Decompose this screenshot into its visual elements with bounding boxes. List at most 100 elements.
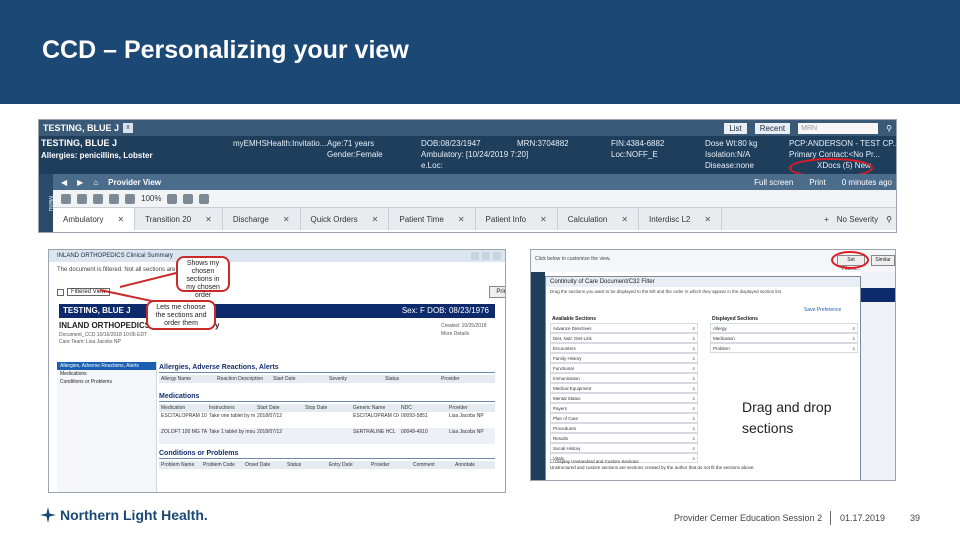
banner-cell: Dose Wt:80 kg (705, 139, 758, 148)
checkbox-icon[interactable] (57, 288, 64, 296)
close-icon[interactable]: ✕ (458, 215, 465, 224)
home-icon[interactable]: ⌂ (93, 178, 98, 187)
drag-handle-icon[interactable]: ≡ (852, 326, 855, 331)
footer-divider (830, 511, 831, 525)
list-item[interactable]: Encounters ≡ (550, 343, 698, 353)
drag-handle-icon[interactable]: ≡ (692, 386, 695, 391)
print-button[interactable]: Print... (489, 286, 505, 298)
drag-handle-icon[interactable]: ≡ (692, 346, 695, 351)
tab-discharge[interactable]: Discharge ✕ (223, 208, 301, 230)
list-item[interactable]: Problem ≡ (710, 343, 858, 353)
list-button[interactable]: List (724, 122, 747, 134)
slide-header: CCD – Personalizing your view (0, 0, 960, 104)
mrn-search-input[interactable]: MRN (798, 122, 879, 134)
banner-cell[interactable]: myEMHSHealth:Invitatio... (233, 138, 326, 149)
full-screen-button[interactable]: Full screen (754, 178, 793, 187)
zoom-plus-icon[interactable] (183, 193, 194, 204)
severity-filter[interactable]: No Severity (837, 215, 878, 224)
close-icon[interactable]: ✕ (283, 215, 290, 224)
customize-hint: Click below to customize the view. (535, 256, 611, 262)
recent-button[interactable]: Recent (754, 122, 791, 134)
drag-handle-icon[interactable]: ≡ (692, 436, 695, 441)
drag-handle-icon[interactable]: ≡ (692, 326, 695, 331)
close-icon[interactable]: ✕ (117, 215, 124, 224)
drag-handle-icon[interactable]: ≡ (692, 416, 695, 421)
tab-interdisc[interactable]: Interdisc L2 ✕ (639, 208, 723, 230)
more-details-link[interactable]: More Details (441, 330, 487, 338)
close-icon[interactable]: x (123, 123, 134, 133)
search-icon[interactable] (125, 193, 135, 204)
drag-handle-icon[interactable]: ≡ (692, 366, 695, 371)
drag-handle-icon[interactable]: ≡ (852, 346, 855, 351)
view-tabs: Ambulatory ✕ Transition 20 ✕ Discharge ✕ Qu… (53, 208, 896, 230)
drag-handle-icon[interactable]: ≡ (692, 406, 695, 411)
close-icon[interactable]: ✕ (621, 215, 628, 224)
banner-cell[interactable]: PCP:ANDERSON - TEST CP... (789, 138, 896, 149)
list-item[interactable]: Plan of Care ≡ (550, 413, 698, 423)
list-item[interactable]: Procedures ≡ (550, 423, 698, 433)
add-tab-icon[interactable]: + (824, 215, 829, 224)
close-icon[interactable]: ✕ (205, 215, 212, 224)
print-button[interactable]: Print (809, 178, 825, 187)
drag-handle-icon[interactable]: ≡ (692, 376, 695, 381)
zoom-minus-icon[interactable] (167, 193, 178, 204)
close-icon[interactable]: ✕ (372, 215, 379, 224)
available-sections-header: Available Sections (552, 316, 596, 322)
close-icon[interactable] (493, 252, 501, 260)
list-item[interactable]: Social History ≡ (550, 443, 698, 453)
banner-cell: Isolation:N/A (705, 150, 751, 159)
tab-patient-time[interactable]: Patient Time ✕ (389, 208, 476, 230)
section-allergies-title: Allergies, Adverse Reactions, Alerts (159, 364, 495, 373)
zoom-select[interactable]: 100% (141, 194, 161, 203)
drag-handle-icon[interactable]: ≡ (692, 336, 695, 341)
back-arrow-icon[interactable]: ◀ (61, 178, 67, 187)
tab-patient-info[interactable]: Patient Info ✕ (476, 208, 558, 230)
save-preference-link[interactable]: Save Preference (804, 307, 841, 313)
forward-arrow-icon[interactable]: ▶ (77, 178, 83, 187)
print-icon[interactable] (77, 193, 87, 204)
lock-icon[interactable] (93, 193, 103, 204)
list-item[interactable]: Mental Status ≡ (550, 393, 698, 403)
list-item[interactable]: Payers ≡ (550, 403, 698, 413)
close-icon[interactable]: ✕ (704, 215, 711, 224)
refresh-timer[interactable]: 0 minutes ago (842, 178, 892, 187)
refresh-icon[interactable] (199, 193, 210, 204)
section-problems-title: Conditions or Problems (159, 450, 495, 459)
list-item[interactable]: Medication ≡ (710, 333, 858, 343)
similar-button[interactable]: Similar (871, 255, 895, 266)
nav-item-medications[interactable]: Medications (57, 370, 156, 378)
ccd-sex-dob: Sex: F DOB: 08/23/1976 (401, 306, 489, 315)
list-item[interactable]: Allergy ≡ (710, 323, 858, 333)
list-item[interactable]: Diet, Nutr, Diet Link ≡ (550, 333, 698, 343)
drag-handle-icon[interactable]: ≡ (852, 336, 855, 341)
search-icon[interactable]: ⚲ (886, 215, 892, 224)
list-item[interactable]: Family History ≡ (550, 353, 698, 363)
drag-handle-icon[interactable]: ≡ (692, 356, 695, 361)
patient-banner: TESTING, BLUE J Allergies: penicillins, … (39, 136, 896, 174)
patient-name[interactable]: TESTING, BLUE J (41, 138, 117, 149)
maximize-icon[interactable] (482, 252, 490, 260)
list-item[interactable]: Immunization ≡ (550, 373, 698, 383)
drag-handle-icon[interactable]: ≡ (692, 426, 695, 431)
banner-cell: Disease:none (705, 161, 754, 170)
forward-icon[interactable] (109, 193, 119, 204)
nav-item-problems[interactable]: Conditions or Problems (57, 378, 156, 386)
close-icon[interactable]: ✕ (540, 215, 547, 224)
home-icon[interactable] (61, 193, 71, 204)
tab-transition[interactable]: Transition 20 ✕ (135, 208, 223, 230)
list-item[interactable]: Functional ≡ (550, 363, 698, 373)
list-item[interactable]: Medical Equipment ≡ (550, 383, 698, 393)
minimize-icon[interactable] (471, 252, 479, 260)
view-iconbar: 100% (53, 190, 896, 208)
tab-calculation[interactable]: Calculation ✕ (558, 208, 640, 230)
search-icon[interactable]: ⚲ (886, 124, 892, 133)
list-item[interactable]: Advance Directives ≡ (550, 323, 698, 333)
tab-quick-orders[interactable]: Quick Orders ✕ (301, 208, 390, 230)
list-item[interactable]: Results ≡ (550, 433, 698, 443)
tab-ambulatory[interactable]: Ambulatory ✕ (53, 208, 136, 230)
nav-item-allergies[interactable]: Allergies, Adverse Reactions, Alerts (57, 362, 156, 370)
menu-side-tab[interactable]: Menu (39, 174, 53, 232)
drag-handle-icon[interactable]: ≡ (692, 396, 695, 401)
drag-handle-icon[interactable]: ≡ (692, 446, 695, 451)
patient-tab-name[interactable]: TESTING, BLUE J (43, 123, 119, 133)
